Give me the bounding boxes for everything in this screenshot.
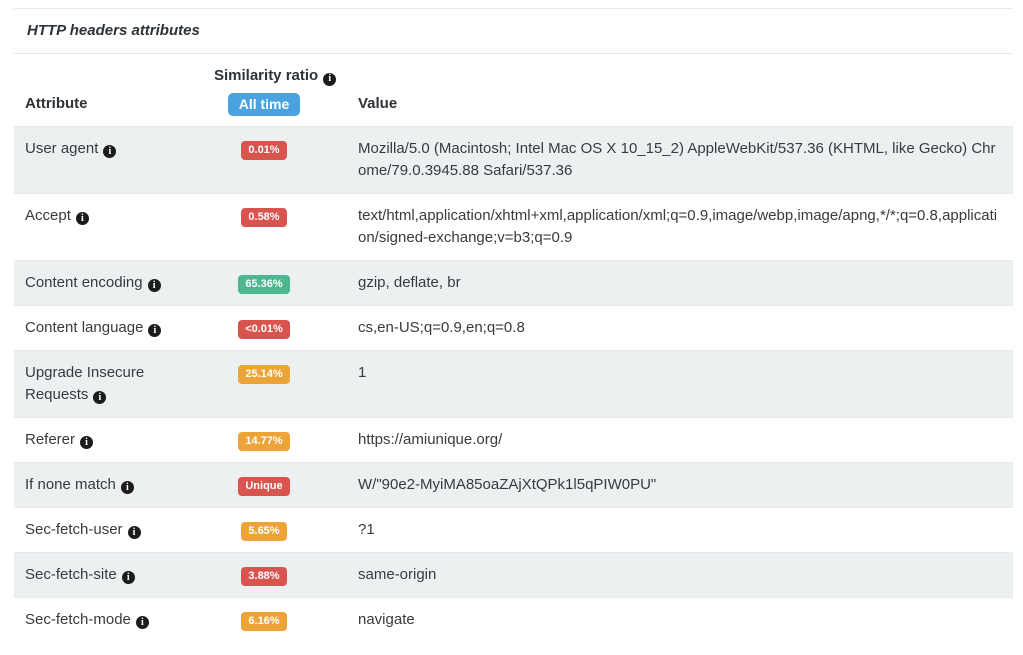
attribute-value: text/html,application/xhtml+xml,applicat…: [314, 193, 1013, 260]
similarity-ratio-badge: 65.36%: [238, 275, 289, 294]
table-row: Upgrade Insecure Requests 25.14% 1: [14, 350, 1013, 417]
info-circle-icon[interactable]: [80, 436, 93, 449]
attribute-label: User agent: [25, 140, 98, 157]
similarity-ratio-badge: 0.58%: [241, 208, 286, 227]
panel-title: HTTP headers attributes: [14, 8, 1013, 54]
attribute-cell: If none match: [14, 462, 214, 507]
similarity-ratio-label: Similarity ratio: [214, 67, 314, 86]
attribute-label: If none match: [25, 476, 116, 493]
info-circle-icon[interactable]: [76, 212, 89, 225]
attribute-cell: Accept: [14, 193, 214, 260]
ratio-cell: 0.58%: [214, 193, 314, 260]
similarity-ratio-badge: 0.01%: [241, 141, 286, 160]
attribute-value: Mozilla/5.0 (Macintosh; Intel Mac OS X 1…: [314, 126, 1013, 193]
attribute-cell: Referer: [14, 417, 214, 462]
info-circle-icon[interactable]: [122, 571, 135, 584]
info-circle-icon[interactable]: [323, 73, 336, 86]
attribute-value: cs,en-US;q=0.9,en;q=0.8: [314, 305, 1013, 350]
attribute-cell: Sec-fetch-user: [14, 507, 214, 552]
ratio-cell: Unique: [214, 462, 314, 507]
attribute-cell: User agent: [14, 126, 214, 193]
attribute-cell: Content encoding: [14, 260, 214, 305]
column-header-value: Value: [314, 54, 1013, 126]
attribute-label: Content language: [25, 319, 143, 336]
info-circle-icon[interactable]: [103, 145, 116, 158]
table-row: Content language <0.01% cs,en-US;q=0.9,e…: [14, 305, 1013, 350]
ratio-cell: 14.77%: [214, 417, 314, 462]
ratio-cell: 3.88%: [214, 552, 314, 597]
attribute-cell: Sec-fetch-mode: [14, 597, 214, 642]
similarity-ratio-badge: <0.01%: [238, 320, 290, 339]
similarity-ratio-text: Similarity ratio: [214, 67, 318, 84]
info-circle-icon[interactable]: [121, 481, 134, 494]
table-row: Referer 14.77% https://amiunique.org/: [14, 417, 1013, 462]
attribute-cell: Sec-fetch-site: [14, 552, 214, 597]
attribute-value: 1: [314, 350, 1013, 417]
similarity-ratio-badge: Unique: [238, 477, 289, 496]
attribute-value: https://amiunique.org/: [314, 417, 1013, 462]
attribute-label: Sec-fetch-user: [25, 521, 123, 538]
ratio-cell: 0.01%: [214, 126, 314, 193]
attribute-cell: Content language: [14, 305, 214, 350]
attribute-label: Referer: [25, 431, 75, 448]
attribute-label: Sec-fetch-site: [25, 566, 117, 583]
ratio-cell: 25.14%: [214, 350, 314, 417]
attribute-label: Sec-fetch-mode: [25, 611, 131, 628]
info-circle-icon[interactable]: [128, 526, 141, 539]
ratio-cell: <0.01%: [214, 305, 314, 350]
table-row: Accept 0.58% text/html,application/xhtml…: [14, 193, 1013, 260]
table-row: Sec-fetch-mode 6.16% navigate: [14, 597, 1013, 642]
http-headers-panel: HTTP headers attributes Attribute Simila…: [14, 8, 1013, 642]
table-row: If none match Unique W/"90e2-MyiMA85oaZA…: [14, 462, 1013, 507]
attribute-value: W/"90e2-MyiMA85oaZAjXtQPk1l5qPIW0PU": [314, 462, 1013, 507]
attribute-value: same-origin: [314, 552, 1013, 597]
attribute-label: Upgrade Insecure Requests: [25, 364, 144, 403]
column-header-attribute: Attribute: [14, 54, 214, 126]
table-row: Sec-fetch-site 3.88% same-origin: [14, 552, 1013, 597]
info-circle-icon[interactable]: [136, 616, 149, 629]
all-time-badge[interactable]: All time: [228, 93, 301, 116]
attribute-value: navigate: [314, 597, 1013, 642]
headers-table: Attribute Similarity ratio All time Valu…: [14, 54, 1013, 642]
info-circle-icon[interactable]: [93, 391, 106, 404]
attribute-cell: Upgrade Insecure Requests: [14, 350, 214, 417]
ratio-cell: 6.16%: [214, 597, 314, 642]
similarity-ratio-badge: 14.77%: [238, 432, 289, 451]
table-row: Content encoding 65.36% gzip, deflate, b…: [14, 260, 1013, 305]
similarity-ratio-badge: 6.16%: [241, 612, 286, 631]
attribute-label: Accept: [25, 207, 71, 224]
similarity-ratio-badge: 5.65%: [241, 522, 286, 541]
table-row: Sec-fetch-user 5.65% ?1: [14, 507, 1013, 552]
similarity-ratio-badge: 25.14%: [238, 365, 289, 384]
attribute-value: ?1: [314, 507, 1013, 552]
ratio-cell: 5.65%: [214, 507, 314, 552]
info-circle-icon[interactable]: [148, 279, 161, 292]
similarity-ratio-badge: 3.88%: [241, 567, 286, 586]
attribute-label: Content encoding: [25, 274, 143, 291]
table-row: User agent 0.01% Mozilla/5.0 (Macintosh;…: [14, 126, 1013, 193]
ratio-cell: 65.36%: [214, 260, 314, 305]
info-circle-icon[interactable]: [148, 324, 161, 337]
table-header-row: Attribute Similarity ratio All time Valu…: [14, 54, 1013, 126]
column-header-similarity: Similarity ratio All time: [214, 54, 314, 126]
attribute-value: gzip, deflate, br: [314, 260, 1013, 305]
